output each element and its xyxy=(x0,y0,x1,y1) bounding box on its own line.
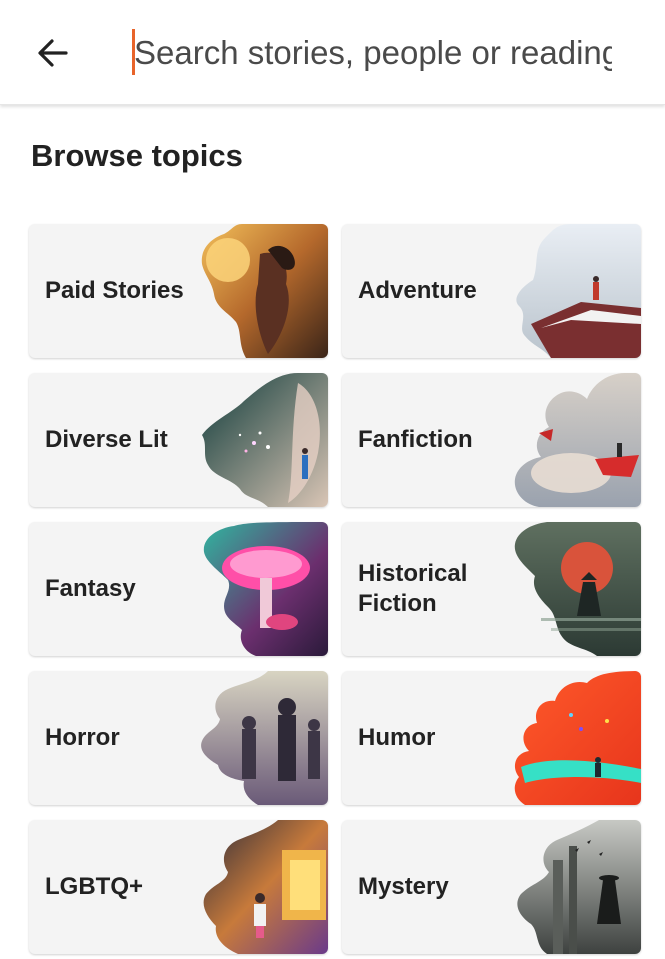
arrow-left-icon xyxy=(38,39,68,67)
topic-label: Fantasy xyxy=(45,575,136,602)
topics-grid: Paid Stories Adventure Diverse Lit Fanfi… xyxy=(29,224,641,954)
topic-artwork xyxy=(201,671,328,805)
topic-card-historical-fiction[interactable]: Historical Fiction xyxy=(342,522,641,656)
back-button[interactable] xyxy=(30,30,76,76)
topic-card-mystery[interactable]: Mystery xyxy=(342,820,641,954)
topic-artwork xyxy=(514,522,641,656)
topic-label: Adventure xyxy=(358,277,477,304)
topic-label: Humor xyxy=(358,724,436,751)
topic-card-paid-stories[interactable]: Paid Stories xyxy=(29,224,328,358)
topic-card-humor[interactable]: Humor xyxy=(342,671,641,805)
topic-card-adventure[interactable]: Adventure xyxy=(342,224,641,358)
section-title: Browse topics xyxy=(31,138,243,173)
topic-card-fantasy[interactable]: Fantasy xyxy=(29,522,328,656)
topic-label: Paid Stories xyxy=(45,277,184,304)
topic-card-diverse-lit[interactable]: Diverse Lit xyxy=(29,373,328,507)
topic-artwork xyxy=(514,671,641,805)
topic-artwork xyxy=(202,373,328,507)
topic-label: Fanfiction xyxy=(358,426,473,453)
topic-artwork xyxy=(203,522,328,656)
topic-artwork xyxy=(514,373,641,507)
topic-label: Historical Fiction xyxy=(358,560,468,617)
topic-label: Horror xyxy=(45,724,120,751)
topic-label: Diverse Lit xyxy=(45,426,168,453)
topic-card-lgbtq[interactable]: LGBTQ+ xyxy=(29,820,328,954)
search-bar[interactable] xyxy=(132,26,612,80)
topic-artwork xyxy=(517,820,641,954)
topic-card-fanfiction[interactable]: Fanfiction xyxy=(342,373,641,507)
topic-artwork xyxy=(201,224,328,358)
topic-artwork xyxy=(516,224,641,358)
top-bar xyxy=(0,0,665,105)
search-input[interactable] xyxy=(134,26,612,80)
topic-artwork xyxy=(203,820,328,954)
topic-label: Mystery xyxy=(358,873,449,900)
topic-label: LGBTQ+ xyxy=(45,873,144,900)
topic-card-horror[interactable]: Horror xyxy=(29,671,328,805)
